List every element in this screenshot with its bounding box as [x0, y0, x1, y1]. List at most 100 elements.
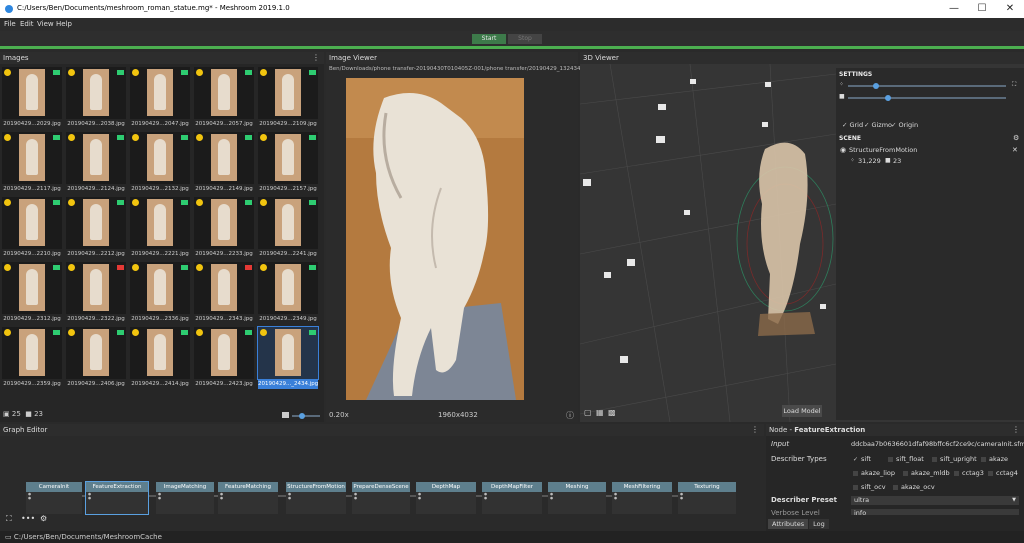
camera-status-icon [181, 265, 188, 270]
graph-settings-icon[interactable]: ⚙ [40, 514, 47, 523]
visibility-eye-icon[interactable]: ◉ [840, 146, 846, 154]
graph-node[interactable]: PrepareDenseScene ● ● [352, 482, 410, 514]
minimize-button[interactable]: — [940, 0, 968, 18]
describer-akaze-liop-checkbox[interactable]: akaze_liop [853, 469, 895, 477]
thumbnail-size-knob[interactable] [299, 413, 305, 419]
graph-node-port[interactable]: ● [86, 496, 148, 500]
tab-log[interactable]: Log [809, 519, 829, 529]
image-thumbnail[interactable]: 20190429...2038.jpg [66, 67, 126, 129]
image-thumbnail[interactable]: 20190429...2423.jpg [194, 327, 254, 389]
graph-node[interactable]: DepthMap ● ● [416, 482, 476, 514]
graph-node[interactable]: FeatureExtraction ● ● [85, 481, 149, 515]
info-icon[interactable]: ⓘ [566, 410, 574, 421]
graph-node-port[interactable]: ● [352, 496, 410, 500]
image-thumbnail[interactable]: 20190429...2241.jpg [258, 197, 318, 259]
scene-item-name[interactable]: StructureFromMotion [849, 146, 917, 154]
graph-node-port[interactable]: ● [156, 496, 214, 500]
menu-file[interactable]: File [4, 20, 16, 28]
describer-akaze-checkbox[interactable]: akaze [981, 455, 1008, 463]
image-thumbnail[interactable]: 20190429...2414.jpg [130, 327, 190, 389]
point-size-knob[interactable] [873, 83, 880, 89]
statue-photo[interactable] [346, 78, 524, 400]
view-mode-solid-icon[interactable]: ▢ [584, 408, 592, 417]
describer-cctag4-checkbox[interactable]: cctag4 [988, 469, 1018, 477]
describer-sift-checkbox[interactable]: sift [853, 455, 871, 463]
describer-sift-upright-checkbox[interactable]: sift_upright [932, 455, 977, 463]
graph-editor-canvas[interactable]: CameraInit ● ● FeatureExtraction ● ● ImageMatc… [0, 436, 764, 531]
graph-node-port[interactable]: ● [218, 496, 278, 500]
gizmo-checkbox[interactable]: Gizmo [864, 121, 892, 129]
image-thumbnail[interactable]: 20190429...2047.jpg [130, 67, 190, 129]
image-thumbnail[interactable]: 20190429...2221.jpg [130, 197, 190, 259]
remove-scene-item-icon[interactable]: ✕ [1012, 146, 1018, 154]
image-thumbnail[interactable]: 20190429...2210.jpg [2, 197, 62, 259]
image-thumbnail[interactable]: 20190429...2109.jpg [258, 67, 318, 129]
input-value[interactable]: ddcbaa7b0636601dfaf98bffc6cf2ce9c/camera… [851, 440, 1024, 448]
camera-scale-knob[interactable] [884, 95, 891, 101]
menu-edit[interactable]: Edit [20, 20, 34, 28]
describer-cctag3-checkbox[interactable]: cctag3 [954, 469, 984, 477]
view-mode-texture-icon[interactable]: ▩ [608, 408, 616, 417]
graph-node-port[interactable]: ● [678, 496, 736, 500]
image-thumbnail[interactable]: 20190429...2322.jpg [66, 262, 126, 324]
image-thumbnail[interactable]: 20190429...2233.jpg [194, 197, 254, 259]
describer-akaze-mldb-checkbox[interactable]: akaze_mldb [903, 469, 950, 477]
graph-node[interactable]: StructureFromMotion ● ● [286, 482, 346, 514]
graph-node[interactable]: DepthMapFilter ● ● [482, 482, 542, 514]
image-thumbnail[interactable]: 20190429...2312.jpg [2, 262, 62, 324]
image-thumbnail[interactable]: 20190429...2359.jpg [2, 327, 62, 389]
describer-sift-ocv-checkbox[interactable]: sift_ocv [853, 483, 886, 491]
stop-button[interactable]: Stop [508, 34, 542, 44]
menu-help[interactable]: Help [56, 20, 72, 28]
graph-node[interactable]: Texturing ● ● [678, 482, 736, 514]
image-thumbnail[interactable]: 20190429...2057.jpg [194, 67, 254, 129]
image-thumbnail[interactable]: 20190429...2132.jpg [130, 132, 190, 194]
graph-node[interactable]: Meshing ● ● [548, 482, 606, 514]
graph-node-port[interactable]: ● [416, 496, 476, 500]
graph-node-port[interactable]: ● [286, 496, 346, 500]
image-thumbnail[interactable]: 20190429...2406.jpg [66, 327, 126, 389]
point-size-slider[interactable] [848, 83, 1006, 89]
fit-view-icon[interactable]: ⛶ [1012, 81, 1016, 89]
images-menu-icon[interactable]: ⋮ [312, 52, 320, 64]
scene-settings-icon[interactable]: ⚙ [1013, 134, 1019, 142]
view-mode-grid-icon[interactable]: ▦ [596, 408, 604, 417]
image-thumbnail[interactable]: 20190429...2336.jpg [130, 262, 190, 324]
graph-node[interactable]: ImageMatching ● ● [156, 482, 214, 514]
thumbnail-size-slider[interactable] [292, 413, 320, 419]
node-menu-icon[interactable]: ⋮ [1012, 424, 1020, 436]
image-thumbnail[interactable]: 20190429...2029.jpg [2, 67, 62, 129]
image-thumbnail[interactable]: 20190429...2157.jpg [258, 132, 318, 194]
graph-menu-icon[interactable]: ⋮ [751, 424, 759, 436]
maximize-button[interactable]: ☐ [968, 0, 996, 18]
origin-checkbox[interactable]: Origin [891, 121, 918, 129]
image-thumbnail[interactable]: 20190429...2124.jpg [66, 132, 126, 194]
graph-node[interactable]: MeshFiltering ● ● [612, 482, 672, 514]
graph-node-port[interactable]: ● [26, 496, 82, 500]
tab-attributes[interactable]: Attributes [768, 519, 809, 529]
image-thumbnail[interactable]: 20190429...2349.jpg [258, 262, 318, 324]
camera-scale-slider[interactable] [848, 95, 1006, 101]
close-button[interactable]: ✕ [996, 0, 1024, 18]
verbose-level-select[interactable]: info [851, 509, 1019, 515]
graph-node-port[interactable]: ● [482, 496, 542, 500]
image-thumbnail[interactable]: 20190429...2212.jpg [66, 197, 126, 259]
graph-node[interactable]: FeatureMatching ● ● [218, 482, 278, 514]
grid-checkbox[interactable]: Grid [842, 121, 863, 129]
image-thumbnail[interactable]: 20190429..._2434.jpg [257, 326, 319, 389]
image-thumbnail[interactable]: 20190429...2149.jpg [194, 132, 254, 194]
describer-sift-float-checkbox[interactable]: sift_float [888, 455, 924, 463]
graph-node[interactable]: CameraInit ● ● [26, 482, 82, 514]
load-model-button[interactable]: Load Model [782, 405, 822, 417]
image-thumbnail[interactable]: 20190429...2343.jpg [194, 262, 254, 324]
menu-view[interactable]: View [37, 20, 54, 28]
viewer3d-canvas[interactable] [580, 64, 836, 422]
describer-akaze-ocv-checkbox[interactable]: akaze_ocv [893, 483, 935, 491]
fit-graph-icon[interactable]: ⛶ [6, 514, 12, 524]
layout-icon[interactable]: ••• [21, 514, 35, 523]
describer-preset-select[interactable]: ultra ▼ [851, 496, 1019, 505]
start-button[interactable]: Start [472, 34, 506, 44]
graph-node-port[interactable]: ● [548, 496, 606, 500]
graph-node-port[interactable]: ● [612, 496, 672, 500]
image-thumbnail[interactable]: 20190429...2117.jpg [2, 132, 62, 194]
